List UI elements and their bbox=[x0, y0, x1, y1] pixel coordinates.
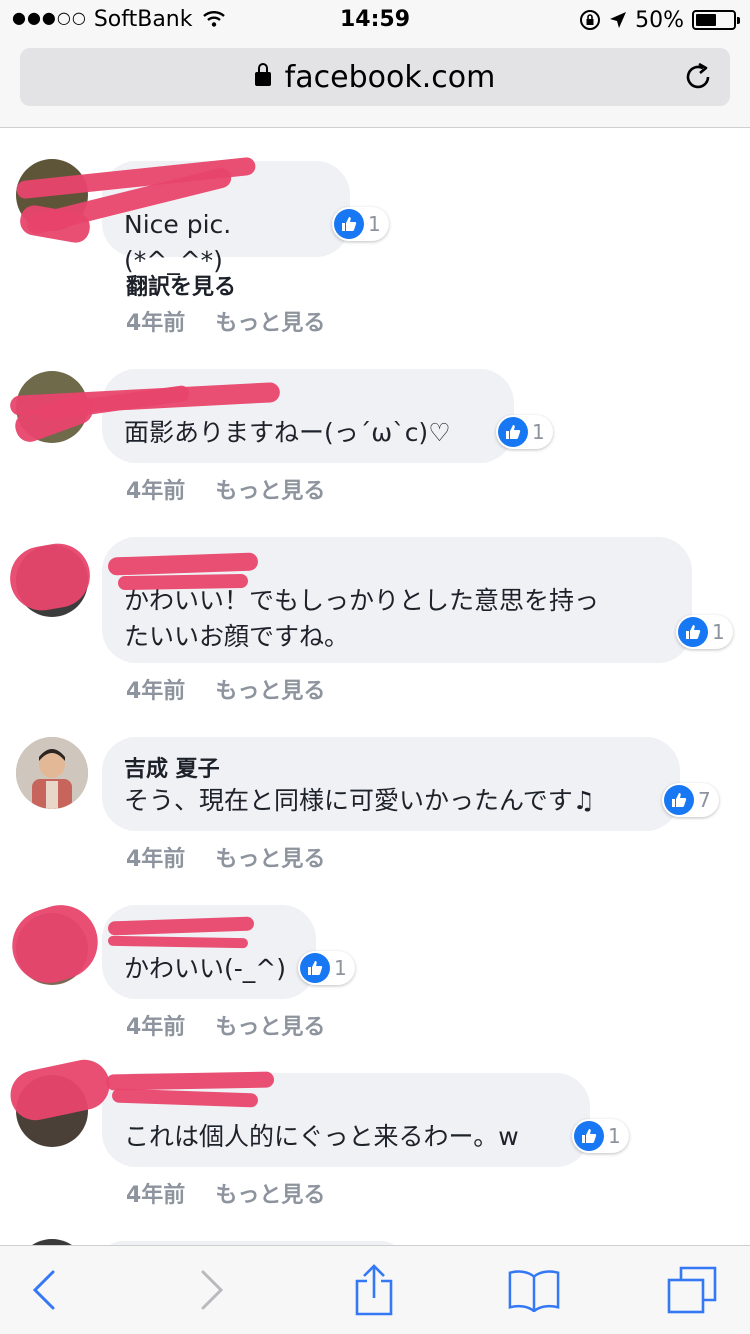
reaction-count[interactable]: 7 bbox=[662, 783, 719, 817]
avatar[interactable] bbox=[16, 737, 88, 809]
comment-time: 4年前 bbox=[126, 679, 186, 704]
browser-chrome: facebook.com bbox=[0, 40, 750, 128]
like-icon bbox=[498, 417, 528, 447]
chevron-left-icon bbox=[32, 1270, 55, 1310]
like-count: 7 bbox=[698, 788, 711, 812]
comment-time: 4年前 bbox=[126, 847, 186, 872]
like-icon bbox=[334, 209, 364, 239]
share-icon bbox=[355, 1264, 393, 1316]
comment-text: かわいい！でもしっかりとした意思を持っ たいいお顔ですね。 bbox=[124, 586, 600, 651]
url-text: facebook.com bbox=[284, 60, 496, 95]
comment-bubble[interactable]: 面影ありますねー(っ´ω`c)♡ bbox=[102, 369, 514, 463]
comment-time: 4年前 bbox=[126, 311, 186, 336]
reload-icon[interactable] bbox=[682, 61, 714, 93]
reaction-count[interactable]: 1 bbox=[496, 415, 553, 449]
status-bar: ●●●○○ SoftBank 14:59 50% bbox=[0, 0, 750, 40]
like-count: 1 bbox=[712, 620, 725, 644]
comment-text: そう、現在と同様に可愛いかったんです♫ bbox=[124, 786, 596, 815]
browser-toolbar bbox=[0, 1245, 750, 1334]
more-link[interactable]: もっと見る bbox=[215, 847, 325, 872]
forward-button[interactable] bbox=[186, 1266, 238, 1314]
more-link[interactable]: もっと見る bbox=[215, 679, 325, 704]
like-icon bbox=[300, 953, 330, 983]
more-link[interactable]: もっと見る bbox=[215, 1183, 325, 1208]
reaction-count[interactable]: 1 bbox=[572, 1119, 629, 1153]
redaction-mark bbox=[2, 895, 108, 993]
url-display[interactable]: facebook.com bbox=[20, 60, 730, 95]
comment-time: 4年前 bbox=[126, 1183, 186, 1208]
more-link[interactable]: もっと見る bbox=[215, 479, 325, 504]
rotation-lock-icon bbox=[580, 10, 601, 30]
chevron-right-icon bbox=[201, 1270, 224, 1310]
comment-meta: 4年前 もっと見る bbox=[126, 841, 325, 873]
lock-icon bbox=[254, 63, 271, 86]
comment-meta: 4年前 もっと見る bbox=[126, 473, 325, 505]
comment-bubble[interactable]: 吉成 夏子 そう、現在と同様に可愛いかったんです♫ bbox=[102, 737, 680, 831]
like-count: 1 bbox=[334, 956, 347, 980]
reaction-count[interactable]: 1 bbox=[332, 207, 389, 241]
like-icon bbox=[678, 617, 708, 647]
redaction-mark bbox=[105, 1071, 275, 1091]
back-button[interactable] bbox=[18, 1266, 70, 1314]
more-link[interactable]: もっと見る bbox=[215, 311, 325, 336]
comment-meta: 4年前 もっと見る bbox=[126, 305, 325, 337]
comment-feed[interactable]: Nice pic. (*^_^*) 1 翻訳を見る 4年前 もっと見る 面影ありま… bbox=[0, 129, 750, 1245]
like-icon bbox=[664, 785, 694, 815]
like-count: 1 bbox=[532, 420, 545, 444]
comment-meta: 4年前 もっと見る bbox=[126, 1009, 325, 1041]
redaction-mark bbox=[5, 538, 95, 616]
like-icon bbox=[574, 1121, 604, 1151]
comment-text: かわいい(-_^) bbox=[124, 954, 286, 983]
reaction-count[interactable]: 1 bbox=[298, 951, 355, 985]
like-count: 1 bbox=[368, 212, 381, 236]
comment-time: 4年前 bbox=[126, 479, 186, 504]
avatar-child-photo bbox=[16, 737, 88, 809]
redaction-mark bbox=[5, 1055, 115, 1125]
battery-icon bbox=[692, 10, 740, 30]
comment-text: 面影ありますねー(っ´ω`c)♡ bbox=[124, 418, 451, 447]
more-link[interactable]: もっと見る bbox=[215, 1015, 325, 1040]
tabs-button[interactable] bbox=[666, 1266, 718, 1314]
comment-text: これは個人的にぐっと来るわー。w bbox=[124, 1122, 519, 1151]
bookmarks-button[interactable] bbox=[508, 1266, 560, 1314]
status-right: 50% bbox=[579, 6, 740, 34]
location-arrow-icon bbox=[610, 12, 627, 28]
comment-meta: 4年前 もっと見る bbox=[126, 1177, 325, 1209]
like-count: 1 bbox=[608, 1124, 621, 1148]
see-translation-link[interactable]: 翻訳を見る bbox=[126, 269, 236, 301]
address-bar[interactable]: facebook.com bbox=[20, 48, 730, 106]
comment-meta: 4年前 もっと見る bbox=[126, 673, 325, 705]
share-button[interactable] bbox=[348, 1264, 400, 1316]
redaction-mark bbox=[117, 573, 249, 591]
battery-percent: 50% bbox=[635, 7, 684, 33]
book-icon bbox=[508, 1270, 560, 1312]
reaction-count[interactable]: 1 bbox=[676, 615, 733, 649]
comment-author[interactable]: 吉成 夏子 bbox=[124, 751, 656, 782]
comment-time: 4年前 bbox=[126, 1015, 186, 1040]
tabs-icon bbox=[667, 1266, 717, 1314]
